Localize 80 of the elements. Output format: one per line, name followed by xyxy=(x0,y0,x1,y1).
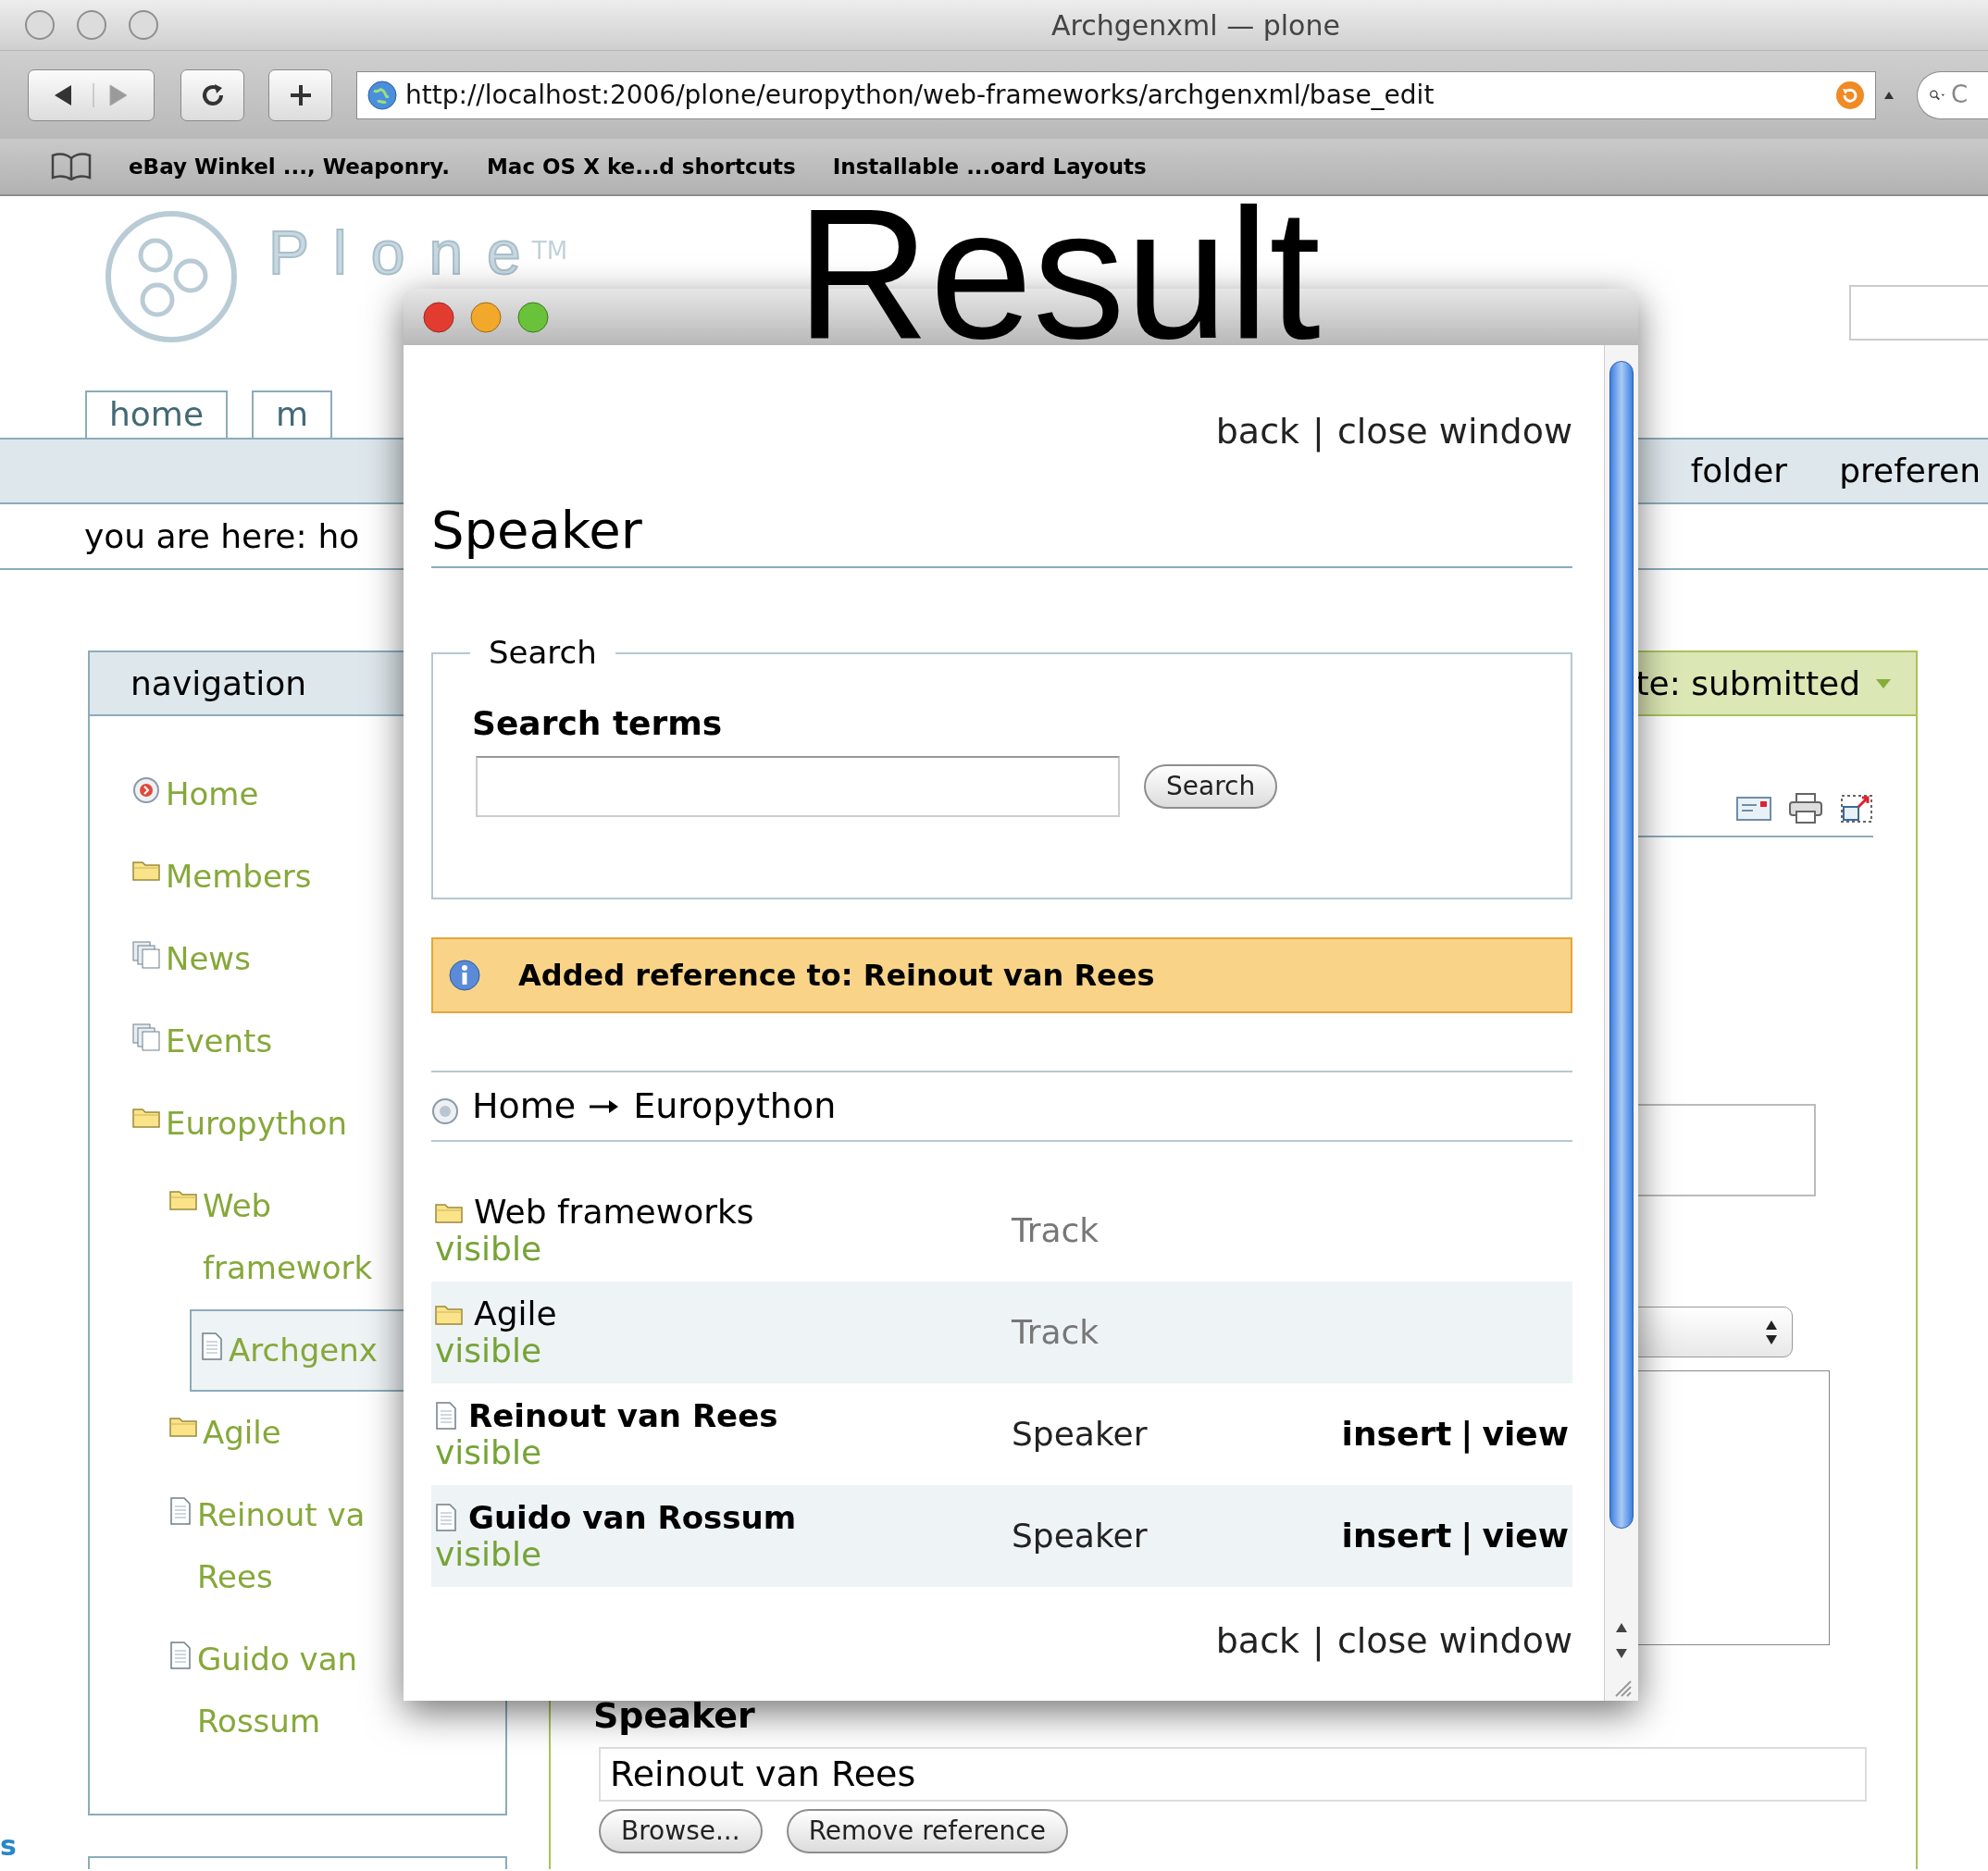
link[interactable]: back xyxy=(1215,1619,1300,1662)
bookmark-link[interactable]: Installable ...oard Layouts xyxy=(832,150,1147,183)
pages-icon xyxy=(132,941,160,969)
bookmark-link[interactable]: Mac OS X ke...d shortcuts xyxy=(486,150,796,183)
home-icon xyxy=(132,776,160,804)
separator: | xyxy=(1460,1516,1473,1557)
action-link[interactable]: insert xyxy=(1341,1409,1452,1459)
type-text: Track xyxy=(1012,1312,1100,1353)
scroll-bar[interactable] xyxy=(1604,345,1638,1701)
refresh-circle-icon[interactable] xyxy=(1834,79,1866,111)
folder-icon xyxy=(169,1415,197,1437)
folder-icon xyxy=(435,1201,463,1223)
page-heading: Speaker xyxy=(431,498,1572,568)
globe-icon xyxy=(367,79,398,111)
item-title: Guido van Rossum xyxy=(468,1499,797,1536)
breadcrumb-link[interactable]: ho xyxy=(317,511,360,562)
link[interactable]: close window xyxy=(1336,410,1572,452)
add-button[interactable] xyxy=(268,68,332,121)
item-title: Reinout van Rees xyxy=(468,1397,778,1434)
back-forward-button[interactable] xyxy=(28,68,155,121)
mail-icon[interactable] xyxy=(1736,797,1771,821)
text-fragment: s xyxy=(0,1830,18,1862)
trademark-text: TM xyxy=(531,236,568,266)
tab[interactable]: m xyxy=(252,390,333,438)
document-icon xyxy=(435,1402,457,1430)
type-text: Track xyxy=(1012,1210,1100,1251)
window-title: Archgenxml — plone xyxy=(1050,7,1341,43)
state-menu[interactable]: te: submitted xyxy=(1635,658,1860,709)
folder-icon xyxy=(132,1106,160,1128)
action-link[interactable]: view xyxy=(1482,1511,1569,1561)
search-field[interactable]: C xyxy=(1917,70,1988,119)
folder-icon xyxy=(132,859,160,881)
form-button[interactable]: Browse... xyxy=(599,1809,763,1853)
document-icon xyxy=(169,1642,192,1669)
item-link[interactable]: Web frameworks xyxy=(474,1194,754,1231)
tab[interactable]: home xyxy=(85,390,229,438)
bookmark-link[interactable]: eBay Winkel ..., Weaponry. xyxy=(129,150,450,183)
separator: | xyxy=(1312,1619,1324,1662)
message-text: Added reference to: Reinout van Rees xyxy=(518,957,1155,995)
bookmarks-icon[interactable] xyxy=(51,153,92,180)
info-icon xyxy=(448,959,481,992)
nav-link[interactable]: preferen xyxy=(1839,446,1981,496)
home-icon xyxy=(431,1097,459,1125)
action-link[interactable]: insert xyxy=(1341,1511,1452,1561)
caption-text: Result xyxy=(796,181,1322,366)
pages-icon xyxy=(132,1023,160,1051)
link[interactable]: back xyxy=(1215,410,1300,452)
window-controls-icon[interactable] xyxy=(422,300,550,334)
separator: | xyxy=(1460,1414,1473,1456)
full-screen-icon[interactable] xyxy=(1840,794,1873,824)
breadcrumb-link[interactable]: Home xyxy=(472,1080,577,1133)
item-link[interactable]: Agile xyxy=(474,1295,557,1332)
document-icon xyxy=(201,1332,223,1360)
type-text: Speaker xyxy=(1012,1516,1148,1556)
status-text: visible xyxy=(435,1231,543,1268)
search-field[interactable] xyxy=(1849,285,1988,341)
nav-link[interactable]: folder xyxy=(1690,446,1788,496)
print-icon[interactable] xyxy=(1788,793,1823,824)
breadcrumb-link[interactable]: Europython xyxy=(633,1080,837,1133)
folder-icon xyxy=(169,1188,197,1210)
search-button[interactable]: Search xyxy=(1144,764,1278,809)
type-text: Speaker xyxy=(1012,1414,1148,1455)
reload-button[interactable] xyxy=(180,68,244,121)
field-label: Speaker xyxy=(593,1697,756,1734)
breadcrumb-label: you are here: xyxy=(84,515,307,557)
separator: | xyxy=(1312,410,1324,452)
search-field[interactable] xyxy=(476,756,1120,817)
address-field[interactable]: http://localhost:2006/plone/europython/web-frameworks/archgenxml/base_edit xyxy=(356,70,1876,119)
status-text: visible xyxy=(435,1434,543,1471)
caret-icon xyxy=(1883,90,1895,100)
caret-icon xyxy=(1875,677,1892,689)
input-field[interactable]: Reinout van Rees xyxy=(599,1747,1867,1802)
action-link[interactable]: view xyxy=(1482,1409,1569,1459)
document-icon xyxy=(169,1497,192,1525)
link[interactable]: close window xyxy=(1336,1619,1572,1662)
folder-icon xyxy=(435,1303,463,1325)
form-button[interactable]: Remove reference xyxy=(786,1809,1068,1853)
scroll-thumb[interactable] xyxy=(1609,361,1634,1529)
status-text: visible xyxy=(435,1536,543,1573)
document-icon xyxy=(435,1504,457,1531)
